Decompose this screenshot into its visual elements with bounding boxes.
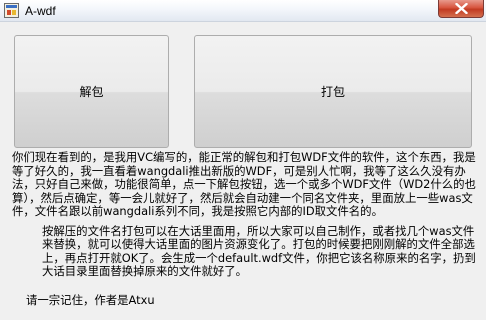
unpack-button-label: 解包 [79, 85, 104, 99]
unpack-button[interactable]: 解包 [14, 35, 169, 148]
description-paragraph-3: 请一宗记住，作者是Atxu [26, 292, 155, 307]
pack-button-label: 打包 [320, 85, 345, 99]
description-paragraph-1: 你们现在看到的，是我用VC编写的，能正常的解包和打包WDF文件的软件，这个东西，… [12, 151, 476, 218]
description-text: 你们现在看到的，是我用VC编写的，能正常的解包和打包WDF文件的软件，这个东西，… [12, 151, 482, 320]
app-icon [4, 3, 19, 18]
title-bar[interactable]: A-wdf [0, 0, 486, 22]
window-title: A-wdf [25, 4, 56, 18]
pack-button[interactable]: 打包 [194, 35, 472, 148]
close-button[interactable] [438, 0, 484, 18]
close-icon [455, 3, 468, 14]
description-paragraph-2: 按解压的文件名打包可以在大话里面用，所以大家可以自己制作，或者找几个was文件来… [42, 223, 476, 278]
